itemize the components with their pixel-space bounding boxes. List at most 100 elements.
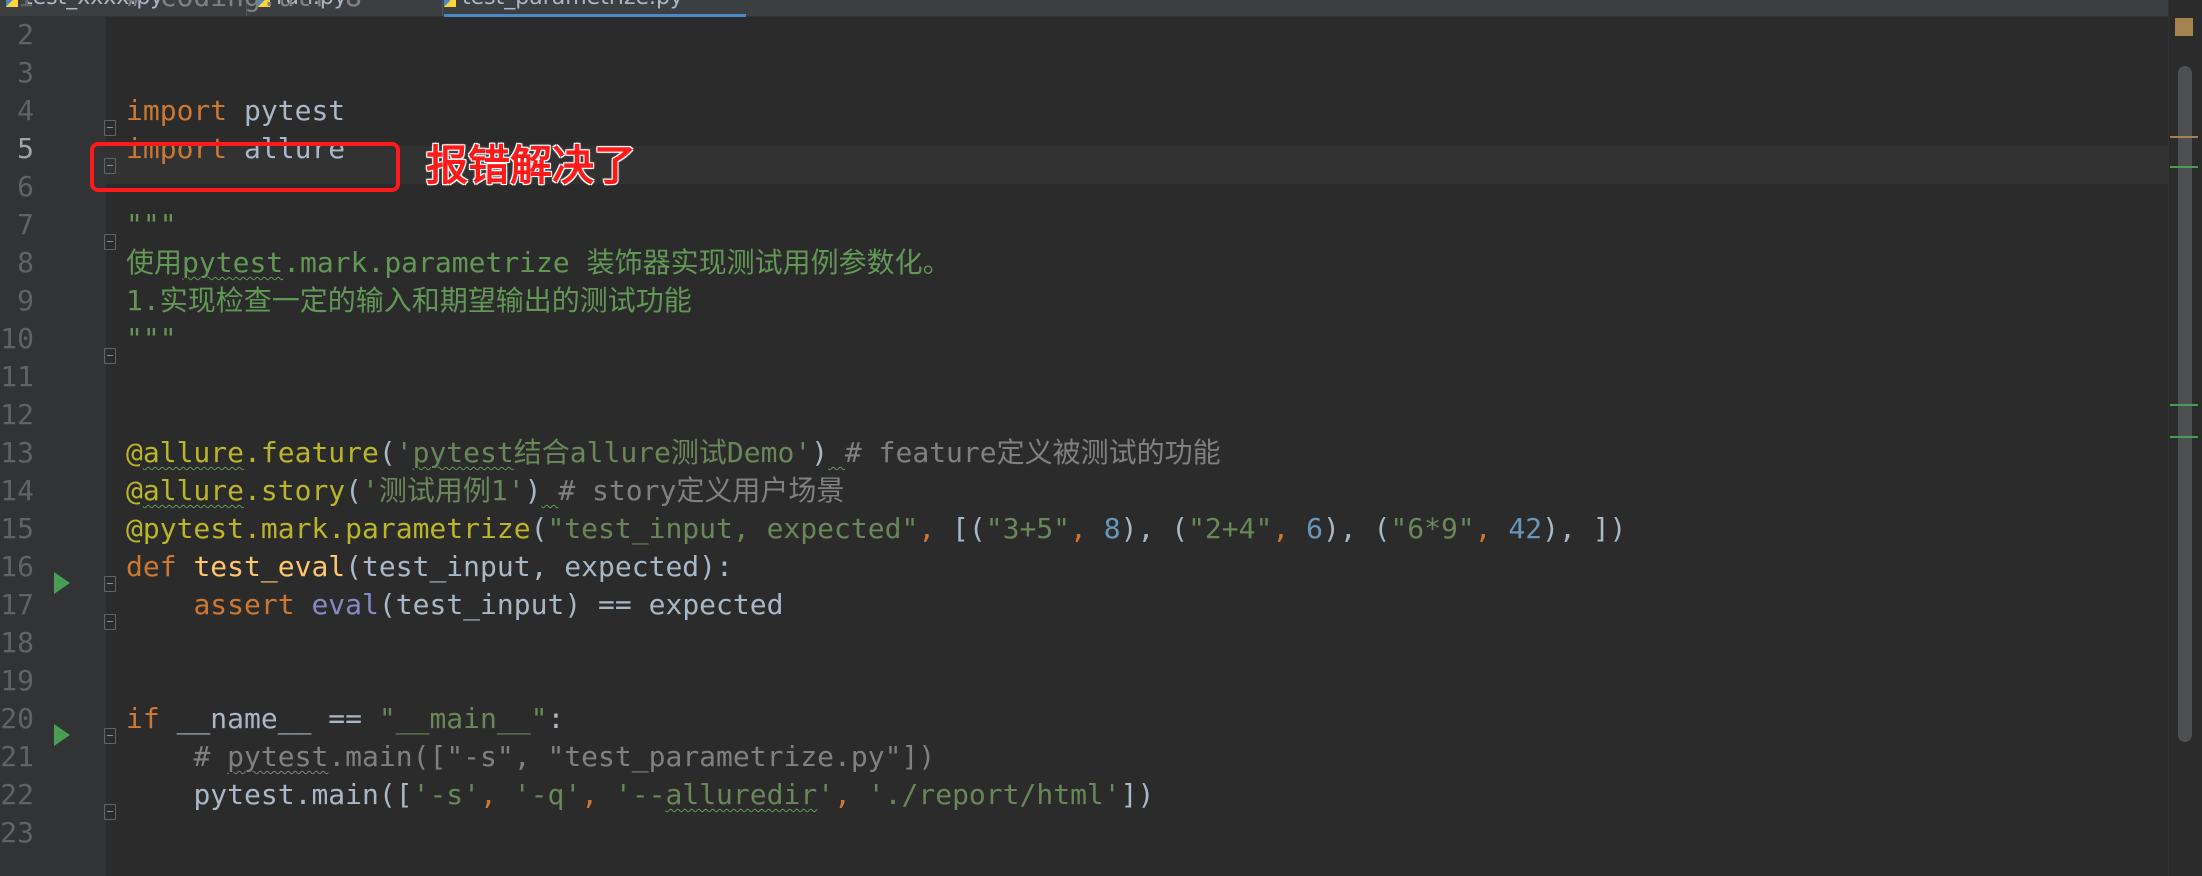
line-number: 16 xyxy=(0,550,34,583)
highlight-box xyxy=(90,142,400,192)
run-test-icon[interactable] xyxy=(54,572,70,594)
fold-marker[interactable] xyxy=(104,728,116,744)
fold-marker[interactable] xyxy=(104,576,116,592)
line-number: 13 xyxy=(0,436,34,469)
comma: , xyxy=(1474,512,1509,545)
number: 8 xyxy=(1103,512,1121,545)
line-number: 15 xyxy=(0,512,34,545)
expression: __name__ == xyxy=(159,702,379,735)
tab-test-parametrize[interactable]: test_parametrize.py xyxy=(444,0,746,17)
bracket: ]) xyxy=(1592,512,1627,545)
string: "3+5" xyxy=(985,512,1071,545)
code-line-22: pytest.main(['-s', '-q', '--alluredir', … xyxy=(126,776,1154,814)
comment-underlined: pytest xyxy=(227,740,329,773)
inspection-status-icon[interactable] xyxy=(2175,18,2193,36)
string: "test_input, expected" xyxy=(547,512,919,545)
bracket: ]) xyxy=(1120,778,1155,811)
decorator-allure: allure xyxy=(142,474,245,507)
line-number: 12 xyxy=(0,398,34,431)
scroll-marker[interactable] xyxy=(2170,166,2198,168)
doc-text: 使用 xyxy=(126,246,183,279)
comma: , xyxy=(480,778,514,811)
colon: : xyxy=(547,702,565,735)
code-line-21: # pytest.main(["-s", "test_parametrize.p… xyxy=(126,738,935,776)
code-line-1: # coding:utf-8 xyxy=(126,0,362,16)
fold-marker[interactable] xyxy=(104,120,116,136)
number: 42 xyxy=(1508,512,1543,545)
code-line-17: assert eval(test_input) == expected xyxy=(126,586,783,624)
run-main-icon[interactable] xyxy=(54,724,70,746)
line-number: 11 xyxy=(0,360,34,393)
string: "6*9" xyxy=(1390,512,1475,545)
fold-marker[interactable] xyxy=(104,614,116,630)
line-number: 22 xyxy=(0,778,34,811)
number: 6 xyxy=(1306,512,1323,545)
line-number: 2 xyxy=(17,18,34,51)
current-line-highlight xyxy=(106,146,2168,184)
string: '-q' xyxy=(513,778,582,811)
fold-marker[interactable] xyxy=(104,348,116,364)
code-line-10: """ xyxy=(126,322,177,355)
string-text: 结合allure测试Demo' xyxy=(513,436,812,469)
doc-text-underlined: pytest xyxy=(182,246,284,279)
line-number: 21 xyxy=(0,740,34,773)
line-number: 23 xyxy=(0,816,34,849)
scroll-marker[interactable] xyxy=(2170,136,2198,138)
string: '-- xyxy=(614,778,666,811)
paren: ) xyxy=(811,436,829,469)
fold-marker[interactable] xyxy=(104,234,116,250)
function-name: test_eval xyxy=(193,550,346,583)
comment: # feature定义被测试的功能 xyxy=(844,436,1221,469)
keyword-assert: assert xyxy=(193,588,295,621)
comma: , xyxy=(834,778,868,811)
code-line-9: 1.实现检查一定的输入和期望输出的测试功能 xyxy=(126,284,692,317)
line-number: 17 xyxy=(0,588,34,621)
line-number: 20 xyxy=(0,702,34,735)
params: (test_input, expected): xyxy=(345,550,733,583)
comment: # story定义用户场景 xyxy=(558,474,845,507)
scroll-marker[interactable] xyxy=(2170,404,2198,406)
line-number: 19 xyxy=(0,664,34,697)
comma: , xyxy=(1272,512,1307,545)
string: "__main__" xyxy=(378,702,548,735)
line-number: 18 xyxy=(0,626,34,659)
code-line-13: @allure.feature('pytest结合allure测试Demo') … xyxy=(126,434,1221,472)
string-quote: ' xyxy=(395,436,413,469)
scroll-marker[interactable] xyxy=(2170,436,2198,438)
bracket: ), xyxy=(1542,512,1593,545)
comment-text: .main(["-s", "test_parametrize.py"]) xyxy=(328,740,936,773)
comma: , xyxy=(581,778,615,811)
line-number: 10 xyxy=(0,322,34,355)
fold-marker[interactable] xyxy=(104,804,116,820)
string: "2+4" xyxy=(1188,512,1273,545)
line-number: 7 xyxy=(17,208,34,241)
annotation-label: 报错解决了 xyxy=(426,141,637,190)
string: './report/html' xyxy=(867,778,1121,811)
bracket: ), ( xyxy=(1322,512,1391,545)
keyword-def: def xyxy=(126,550,177,583)
decorator-at: @ xyxy=(126,474,143,507)
module-name: pytest xyxy=(244,94,346,127)
tab-label: test_parametrize.py xyxy=(462,0,683,10)
expression: (test_input) == expected xyxy=(378,588,784,621)
code-line-14: @allure.story('测试用例1') # story定义用户场景 xyxy=(126,472,844,510)
code-line-20: if __name__ == "__main__": xyxy=(126,700,564,738)
python-file-icon xyxy=(444,0,456,7)
string-underlined: alluredir xyxy=(665,778,818,811)
code-line-15: @pytest.mark.parametrize("test_input, ex… xyxy=(126,510,1626,548)
line-number: 3 xyxy=(17,56,34,89)
builtin-eval: eval xyxy=(311,588,379,621)
comma: , xyxy=(1070,512,1104,545)
keyword-if: if xyxy=(126,702,160,735)
line-number: 14 xyxy=(0,474,34,507)
string-text: pytest xyxy=(412,436,514,469)
keyword-import: import xyxy=(126,94,228,127)
tab-separator xyxy=(442,0,443,16)
code-line-16: def test_eval(test_input, expected): xyxy=(126,548,733,586)
